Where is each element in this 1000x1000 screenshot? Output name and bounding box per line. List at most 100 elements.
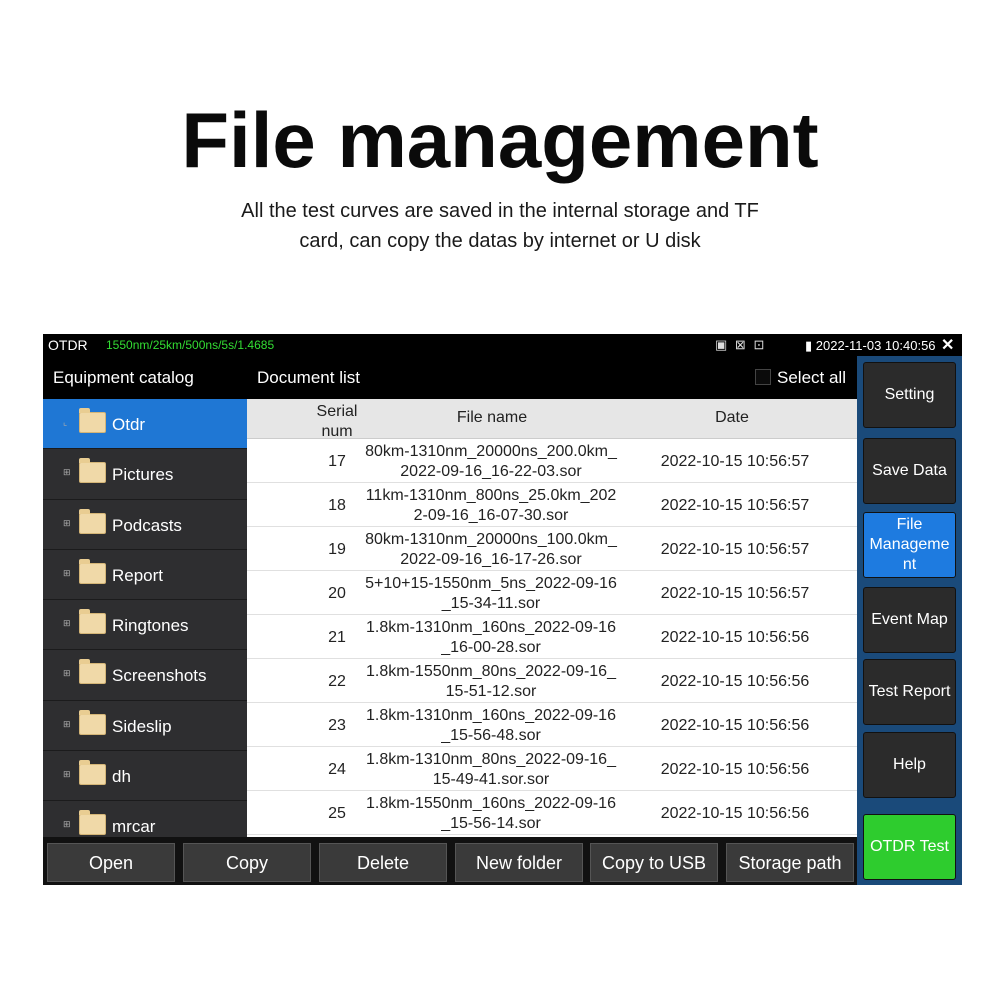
expand-icon[interactable]: ⊞	[63, 819, 71, 830]
folder-label: Screenshots	[112, 666, 207, 686]
copy-button[interactable]: Copy	[183, 843, 311, 882]
table-row[interactable]: 21 1.8km-1310nm_160ns_2022-09-16_16-00-28…	[247, 615, 857, 659]
folder-item[interactable]: ⊞ dh	[43, 751, 247, 802]
storage-path-button[interactable]: Storage path	[726, 843, 854, 882]
serial-cell: 23	[328, 717, 346, 734]
date-cell: 2022-10-15 10:56:57	[660, 541, 810, 558]
doclist-header: Document list Select all	[247, 356, 857, 399]
expand-icon[interactable]: ⊞	[63, 719, 71, 730]
folder-label: Sideslip	[112, 716, 172, 736]
folder-icon	[79, 810, 106, 836]
open-button[interactable]: Open	[47, 843, 175, 882]
status-icons: ▣ ⊠ ⊡	[715, 337, 766, 353]
expand-icon[interactable]: ⊞	[63, 769, 71, 780]
otdr-test-button[interactable]: OTDR Test	[863, 814, 956, 880]
col-file-name: File name	[456, 409, 528, 426]
bottom-toolbar: Open Copy Delete New folder Copy to USB …	[43, 837, 857, 885]
folder-icon	[79, 709, 106, 735]
table-row[interactable]: 23 1.8km-1310nm_160ns_2022-09-16_15-56-48…	[247, 703, 857, 747]
folder-icon	[79, 508, 106, 534]
date-cell: 2022-10-15 10:56:56	[660, 673, 810, 690]
col-serial: Serial num	[316, 403, 358, 440]
date-cell: 2022-10-15 10:56:56	[660, 805, 810, 822]
serial-cell: 21	[328, 629, 346, 646]
expand-icon[interactable]: ⊞	[63, 467, 71, 478]
file-name-cell: 80km-1310nm_20000ns_100.0km_2022-09-16_1…	[365, 531, 617, 568]
date-cell: 2022-10-15 10:56:57	[660, 497, 810, 514]
help-button[interactable]: Help	[863, 732, 956, 798]
test-params: 1550nm/25km/500ns/5s/1.4685	[106, 338, 275, 352]
app-name: OTDR	[48, 337, 88, 353]
expand-icon[interactable]: ⊞	[63, 568, 71, 579]
file-name-cell: 1.8km-1310nm_80ns_2022-09-16_15-49-41.so…	[366, 751, 616, 788]
serial-cell: 25	[328, 805, 346, 822]
folder-label: Ringtones	[112, 616, 189, 636]
table-row[interactable]: 25 1.8km-1550nm_160ns_2022-09-16_15-56-14…	[247, 791, 857, 835]
file-name-cell: 11km-1310nm_800ns_25.0km_2022-09-16_16-0…	[365, 487, 617, 524]
folder-icon	[79, 609, 106, 635]
device-screen: OTDR 1550nm/25km/500ns/5s/1.4685 ▣ ⊠ ⊡ ▮…	[43, 334, 962, 885]
file-name-cell: 1.8km-1550nm_160ns_2022-09-16_15-56-14.s…	[366, 795, 616, 832]
folder-label: mrcar	[112, 817, 156, 837]
folder-item[interactable]: ⌞ Otdr	[43, 399, 247, 450]
file-name-cell: 80km-1310nm_20000ns_200.0km_2022-09-16_1…	[365, 443, 617, 480]
setting-button[interactable]: Setting	[863, 362, 956, 428]
save-data-button[interactable]: Save Data	[863, 438, 956, 504]
file-name-cell: 1.8km-1310nm_160ns_2022-09-16_15-56-48.s…	[366, 707, 616, 744]
test-report-button[interactable]: Test Report	[863, 659, 956, 725]
expand-icon[interactable]: ⊞	[63, 668, 71, 679]
expand-icon[interactable]: ⊞	[63, 618, 71, 629]
copy-to-usb-button[interactable]: Copy to USB	[590, 843, 718, 882]
folder-item[interactable]: ⊞ Pictures	[43, 449, 247, 500]
table-row[interactable]: 24 1.8km-1310nm_80ns_2022-09-16_15-49-41.…	[247, 747, 857, 791]
table-row[interactable]: 20 5+10+15-1550nm_5ns_2022-09-16_15-34-11…	[247, 571, 857, 615]
equipment-catalog: Equipment catalog ⌞ Otdr ⊞ Pictures ⊞ Podcast…	[43, 356, 247, 852]
date-cell: 2022-10-15 10:56:56	[660, 761, 810, 778]
folder-label: Podcasts	[112, 515, 182, 535]
date-cell: 2022-10-15 10:56:56	[660, 629, 810, 646]
file-management-button[interactable]: File Manageme nt	[863, 512, 956, 578]
file-name-cell: 5+10+15-1550nm_5ns_2022-09-16_15-34-11.s…	[365, 575, 617, 612]
serial-cell: 17	[328, 453, 346, 470]
table-row[interactable]: 22 1.8km-1550nm_80ns_2022-09-16_15-51-12.…	[247, 659, 857, 703]
folder-item[interactable]: ⊞ Ringtones	[43, 600, 247, 651]
expand-icon[interactable]: ⊞	[63, 518, 71, 529]
table-row[interactable]: 19 80km-1310nm_20000ns_100.0km_2022-09-16…	[247, 527, 857, 571]
serial-cell: 19	[328, 541, 346, 558]
folder-list: ⌞ Otdr ⊞ Pictures ⊞ Podcasts ⊞ Report ⊞ Ringtones…	[43, 399, 247, 852]
folder-label: dh	[112, 767, 131, 787]
date-cell: 2022-10-15 10:56:57	[660, 453, 810, 470]
screen-off-icon: ⊠	[734, 337, 748, 352]
delete-button[interactable]: Delete	[319, 843, 447, 882]
folder-label: Otdr	[112, 415, 146, 434]
subtitle-line-2: card, can copy the datas by internet or …	[299, 230, 701, 252]
screen-icon: ⊡	[753, 337, 767, 352]
column-header: Serial num File name Date	[247, 399, 857, 440]
folder-item[interactable]: ⊞ Sideslip	[43, 701, 247, 752]
new-folder-button[interactable]: New folder	[455, 843, 583, 882]
event-map-button[interactable]: Event Map	[863, 587, 956, 653]
battery-icon: ▮	[805, 338, 813, 353]
doclist-title: Document list	[257, 368, 360, 387]
catalog-title: Equipment catalog	[43, 356, 247, 399]
serial-cell: 18	[328, 497, 346, 514]
folder-icon	[79, 458, 106, 484]
file-name-cell: 1.8km-1310nm_160ns_2022-09-16_16-00-28.s…	[366, 619, 616, 656]
col-date: Date	[715, 409, 749, 426]
folder-item[interactable]: ⊞ Screenshots	[43, 650, 247, 701]
folder-item[interactable]: ⊞ Report	[43, 550, 247, 601]
folder-label: Report	[112, 565, 164, 585]
table-row[interactable]: 17 80km-1310nm_20000ns_200.0km_2022-09-16…	[247, 439, 857, 483]
file-name-cell: 1.8km-1550nm_80ns_2022-09-16_15-51-12.so…	[366, 663, 616, 700]
select-all-label[interactable]: Select all	[777, 368, 846, 388]
table-row[interactable]: 18 11km-1310nm_800ns_25.0km_2022-09-16_16…	[247, 483, 857, 527]
expand-icon[interactable]: ⌞	[63, 417, 67, 428]
serial-cell: 20	[328, 585, 346, 602]
file-rows: 17 80km-1310nm_20000ns_200.0km_2022-09-16…	[247, 439, 857, 837]
folder-item[interactable]: ⊞ Podcasts	[43, 500, 247, 550]
date-cell: 2022-10-15 10:56:57	[660, 585, 810, 602]
right-panel: Setting Save Data File Manageme nt Event…	[857, 356, 962, 885]
folder-icon	[79, 659, 106, 685]
select-all-checkbox[interactable]	[755, 369, 771, 385]
close-icon[interactable]: ✕	[941, 335, 954, 355]
